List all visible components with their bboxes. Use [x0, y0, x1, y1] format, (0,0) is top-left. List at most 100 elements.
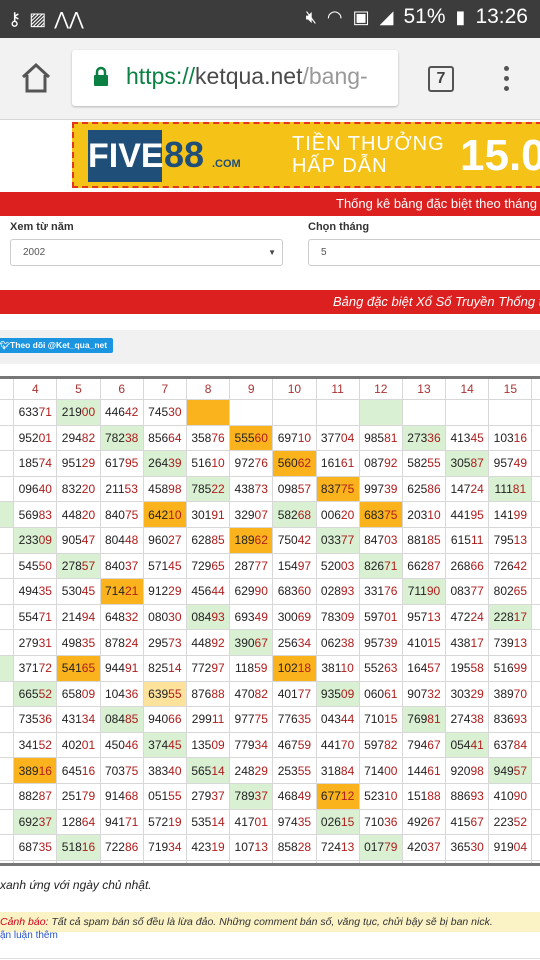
result-prefix: 248 — [234, 763, 255, 778]
result-cell: 52003 — [315, 552, 360, 580]
result-prefix: 919 — [493, 840, 514, 855]
result-last-two-digits: 10 — [168, 507, 182, 522]
result-prefix: 882 — [18, 789, 39, 804]
result-last-two-digits: 36 — [38, 712, 52, 727]
result-cell: 16161 — [315, 450, 360, 477]
result-cell: 95739 — [358, 629, 403, 656]
result-last-two-digits: 65 — [81, 661, 96, 676]
result-cell: 58268 — [272, 501, 317, 528]
result-prefix: 299 — [191, 712, 212, 727]
result-cell: 49435 — [13, 578, 58, 605]
result-cell: 95129 — [56, 450, 101, 477]
result-prefix: 840 — [104, 507, 125, 522]
result-prefix: 161 — [320, 456, 341, 471]
result-last-two-digits: 14 — [211, 763, 225, 778]
result-last-two-digits: 91 — [124, 661, 139, 676]
result-cell: 44820 — [56, 501, 101, 528]
result-prefix: 779 — [234, 738, 255, 753]
result-last-two-digits: 57 — [297, 482, 312, 497]
result-last-two-digits: 70 — [513, 686, 528, 701]
result-cell: 80265 — [488, 578, 533, 605]
result-cell: 91904 — [488, 834, 533, 861]
menu-button[interactable] — [500, 64, 512, 96]
border-cell — [358, 859, 403, 866]
result-last-two-digits: 10 — [297, 430, 312, 445]
result-cell: 27438 — [445, 706, 490, 733]
result-cell: 09640 — [13, 475, 58, 503]
result-cell: 27937 — [185, 782, 231, 810]
url-path: /bang- — [302, 63, 368, 89]
result-prefix: 582 — [407, 456, 428, 471]
result-prefix: 060 — [364, 686, 385, 701]
result-last-two-digits: 45 — [81, 584, 96, 599]
ad-banner[interactable]: FIVE 88 .COM TIỀN THƯỞNG HẤP DẪN 15.00 — [72, 122, 540, 188]
result-last-two-digits: 17 — [470, 635, 484, 650]
home-button[interactable] — [18, 60, 54, 96]
result-cell: 31 — [0, 450, 15, 477]
result-cell: 31884 — [315, 757, 360, 784]
result-cell: 55471 — [13, 603, 58, 631]
result-cell — [531, 731, 540, 759]
result-cell: 71 — [0, 782, 15, 810]
result-cell: 15 — [0, 501, 15, 528]
result-cell: 91229 — [142, 578, 187, 605]
result-cell: 68360 — [272, 578, 317, 605]
result-prefix: 080 — [148, 610, 169, 625]
result-cell: 70 — [0, 629, 15, 656]
result-cell: 71421 — [99, 578, 144, 605]
result-cell: 40177 — [272, 680, 317, 708]
promo-line-2: HẤP DẪN — [292, 155, 388, 177]
section-title-special-table: Bảng đặc biệt Xổ Số Truyền Thống tha — [0, 290, 540, 314]
result-cell: 42037 — [401, 834, 447, 861]
result-prefix: 301 — [191, 507, 212, 522]
result-cell: 12864 — [56, 808, 101, 836]
lock-icon — [94, 66, 108, 86]
result-prefix: 665 — [18, 686, 39, 701]
result-cell: 21153 — [99, 475, 144, 503]
year-select[interactable]: 2002 ▼ — [10, 239, 283, 266]
tabs-button[interactable]: 7 — [428, 66, 454, 92]
result-cell: 08485 — [99, 706, 144, 733]
result-prefix: 118 — [234, 661, 255, 676]
border-cell — [56, 859, 101, 866]
result-cell: 72965 — [185, 552, 231, 580]
result-last-two-digits: 49 — [297, 789, 312, 804]
result-cell: 88693 — [445, 782, 490, 810]
result-last-two-digits: 34 — [168, 840, 182, 855]
result-cell: 14199 — [488, 501, 533, 528]
result-last-two-digits: 77 — [297, 686, 312, 701]
table-bottom-border — [0, 859, 540, 866]
result-cell: 63371 — [13, 399, 58, 426]
url-field[interactable]: https://ketqua.net/bang- — [72, 50, 398, 106]
result-last-two-digits: 29 — [168, 584, 182, 599]
result-prefix: 147 — [450, 482, 471, 497]
result-cell: 77934 — [229, 731, 274, 759]
divider — [0, 958, 540, 959]
result-cell: 08792 — [358, 450, 403, 477]
table-body: 6063371219004464274530029520129482782388… — [0, 399, 540, 866]
result-last-two-digits: 64 — [168, 430, 182, 445]
twitter-follow-button[interactable]: 🐦︎ Theo dõi @Ket_qua_net — [0, 338, 114, 353]
result-prefix: 941 — [104, 814, 125, 829]
result-prefix: 494 — [18, 584, 39, 599]
result-last-two-digits: 04 — [513, 840, 528, 855]
result-prefix: 253 — [277, 763, 298, 778]
result-cell: 34152 — [13, 731, 58, 759]
result-cell: 30329 — [445, 680, 490, 708]
result-prefix: 410 — [407, 635, 428, 650]
result-last-two-digits: 32 — [124, 610, 139, 625]
result-cell: 64210 — [142, 501, 187, 528]
result-prefix: 629 — [234, 584, 255, 599]
result-cell: 78309 — [315, 603, 360, 631]
result-cell: 05155 — [142, 782, 187, 810]
result-cell: 51816 — [56, 834, 101, 861]
result-last-two-digits: 16 — [81, 840, 96, 855]
result-cell — [531, 475, 540, 503]
month-select[interactable]: 5 — [308, 239, 540, 266]
result-cell: 38916 — [13, 757, 58, 784]
table-row: 6673536431340848594066299119777577635043… — [0, 706, 540, 733]
more-comments-link[interactable]: ận luận thêm — [0, 930, 58, 941]
result-prefix: 569 — [18, 507, 39, 522]
result-cell: 65809 — [56, 680, 101, 708]
result-last-two-digits: 62 — [297, 456, 312, 471]
